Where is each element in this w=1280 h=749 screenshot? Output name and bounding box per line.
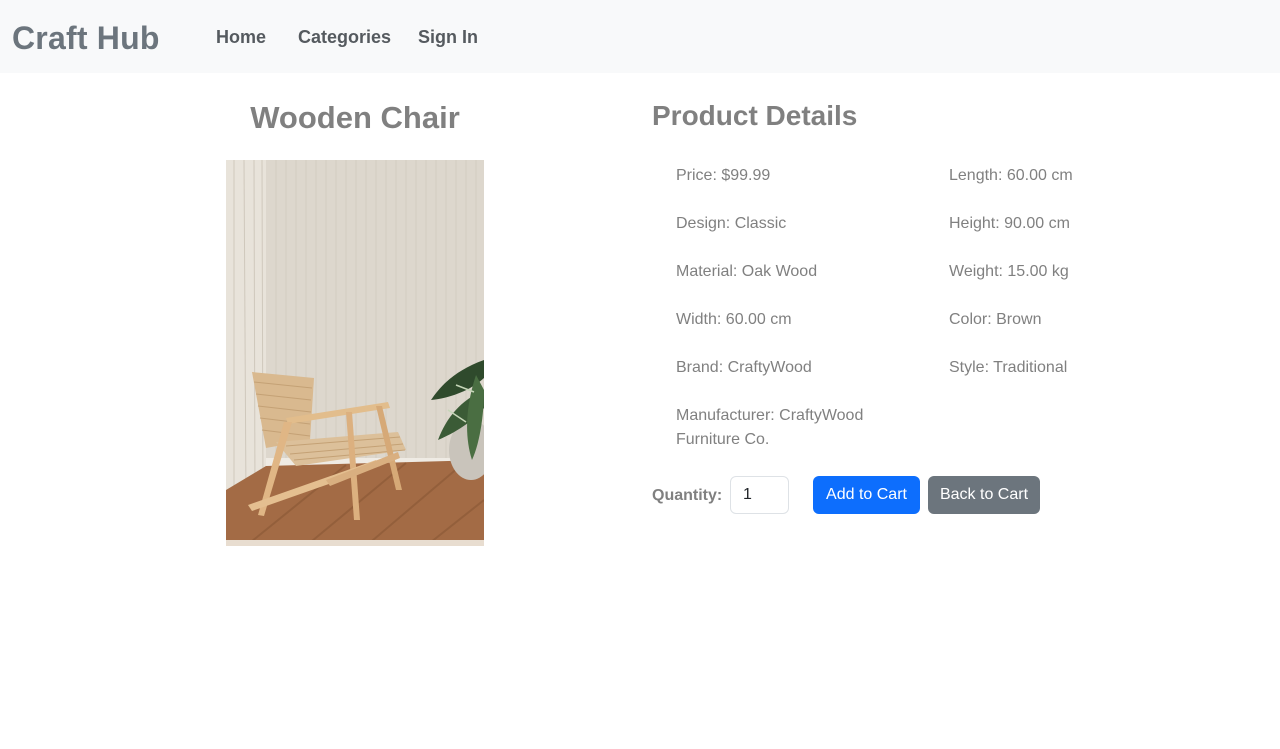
- detail-price: Price: $99.99: [676, 167, 771, 184]
- quantity-input[interactable]: [730, 476, 789, 514]
- detail-manufacturer: Manufacturer: CraftyWood Furniture Co.: [676, 407, 864, 448]
- detail-material: Material: Oak Wood: [676, 263, 818, 280]
- nav-link-sign-in[interactable]: Sign In: [418, 26, 478, 48]
- detail-weight: Weight: 15.00 kg: [949, 263, 1069, 280]
- nav-link-home[interactable]: Home: [216, 26, 266, 48]
- detail-length: Length: 60.00 cm: [949, 167, 1073, 184]
- detail-color: Color: Brown: [949, 311, 1042, 328]
- detail-width: Width: 60.00 cm: [676, 311, 792, 328]
- nav-link-categories[interactable]: Categories: [298, 26, 391, 48]
- detail-height: Height: 90.00 cm: [949, 215, 1070, 232]
- top-navbar: Craft Hub Home Categories Sign In: [0, 0, 1280, 73]
- product-image: [226, 160, 484, 546]
- detail-style: Style: Traditional: [949, 359, 1068, 376]
- detail-design: Design: Classic: [676, 215, 787, 232]
- product-title: Wooden Chair: [250, 100, 460, 135]
- product-details-heading: Product Details: [652, 100, 858, 131]
- detail-brand: Brand: CraftyWood: [676, 359, 812, 376]
- quantity-label: Quantity:: [652, 487, 723, 504]
- add-to-cart-button[interactable]: Add to Cart: [813, 476, 920, 514]
- brand-logo-link[interactable]: Craft Hub: [12, 19, 160, 57]
- back-to-cart-button[interactable]: Back to Cart: [928, 476, 1040, 514]
- wooden-chair-photo-icon: [226, 160, 484, 546]
